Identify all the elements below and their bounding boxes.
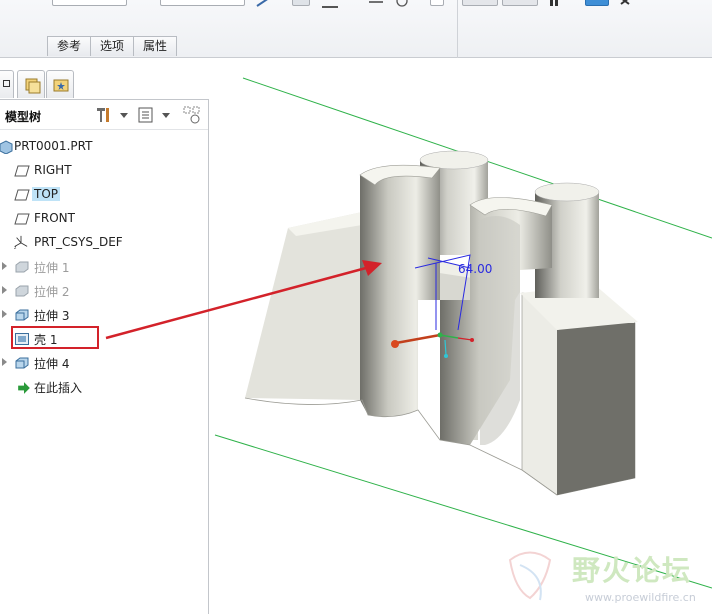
axis-end	[470, 338, 474, 342]
model-scene	[105, 77, 712, 601]
drag-handle	[391, 340, 399, 348]
back-cylinder-left-top	[419, 150, 489, 170]
back-cylinder-right-top	[534, 182, 600, 202]
axis-origin	[437, 332, 443, 338]
shell-cylinder-right-front	[480, 216, 520, 445]
watermark-text: 野火论坛	[572, 554, 693, 587]
shell-cylinder-left	[360, 165, 440, 417]
axis-cyan-end	[444, 354, 448, 358]
dimension-value[interactable]: 64.00	[458, 262, 492, 276]
watermark-logo	[508, 551, 552, 601]
watermark-url: www.proewildfire.cn	[585, 591, 696, 604]
left-block-front	[245, 212, 362, 400]
right-block-side	[557, 323, 635, 495]
